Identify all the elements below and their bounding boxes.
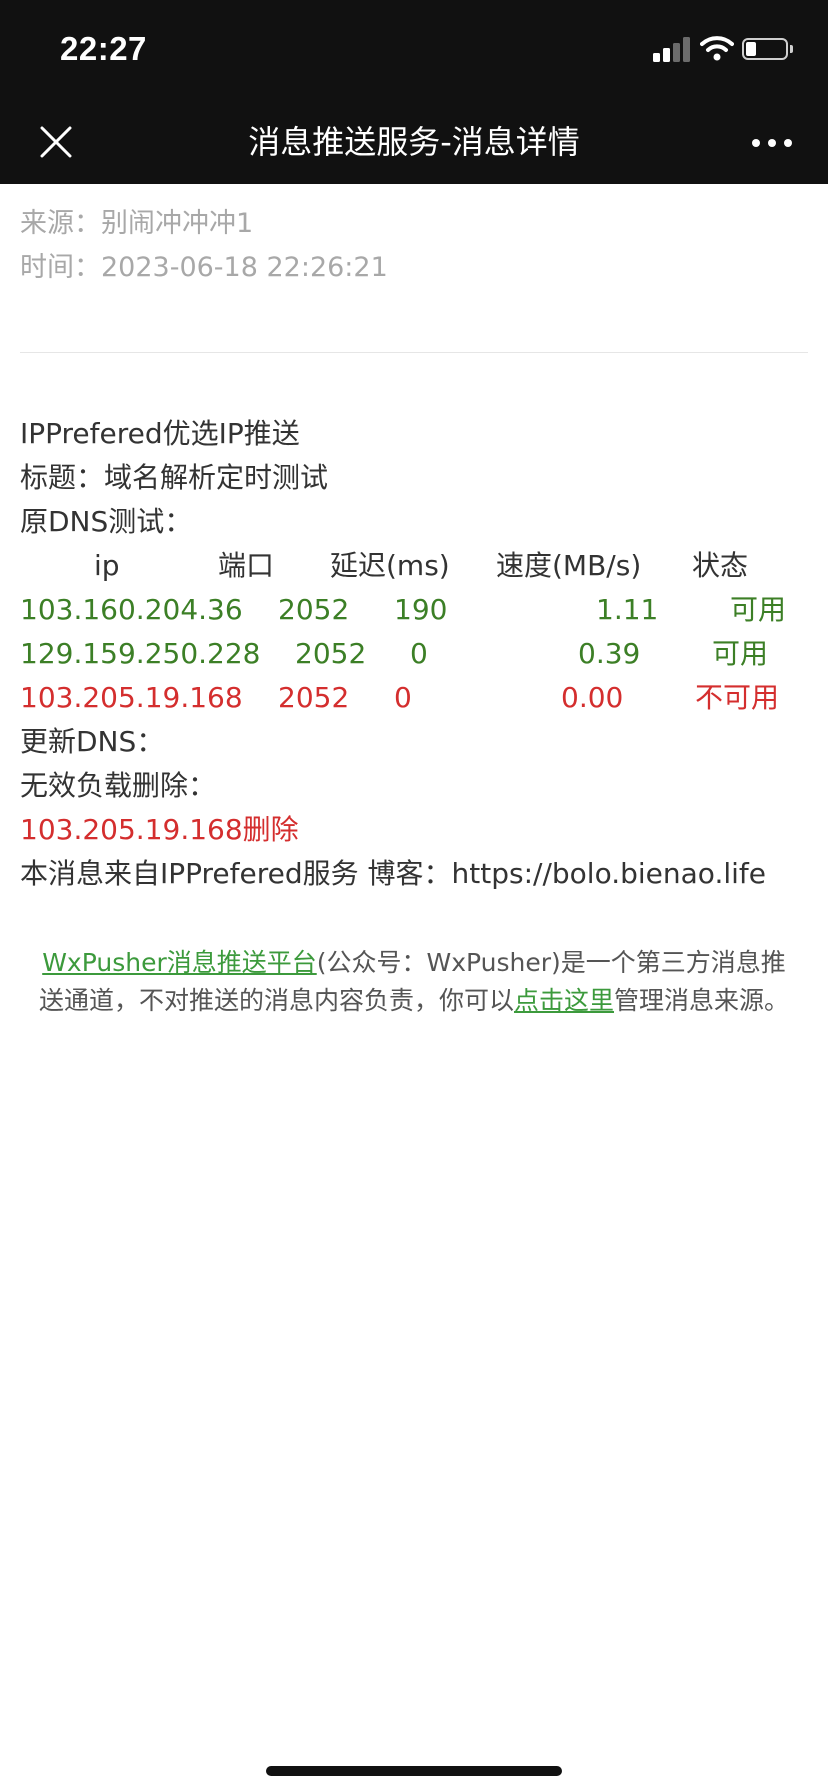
message-title-line: 标题：域名解析定时测试 [20,461,329,494]
row-latency: 0 [410,637,428,670]
row-speed: 0.00 [561,681,624,714]
nav-bar: 消息推送服务-消息详情 [0,100,828,184]
message-content: IPPrefered优选IP推送 标题：域名解析定时测试 原DNS测试： ip … [20,412,810,896]
status-bar: 22:27 [0,0,828,100]
row-speed: 0.39 [578,637,641,670]
column-header-port: 端口 [218,549,275,582]
footer-disclaimer: WxPusher消息推送平台(公众号：WxPusher)是一个第三方消息推送通道… [36,944,792,1020]
battery-level [746,42,756,56]
column-header-speed: 速度(MB/s) [496,549,642,582]
time-value: 2023-06-18 22:26:21 [101,252,388,283]
source-row: 来源：别闹冲冲冲1 [20,202,388,246]
platform-link[interactable]: WxPusher消息推送平台 [42,948,317,977]
row-port: 2052 [278,593,350,626]
table-row: 103.160.204.36 2052 190 1.11 可用 [20,588,810,632]
row-status: 不可用 [695,681,780,714]
invalid-delete-label: 无效负载删除： [20,769,217,802]
table-header-row: ip 端口 延迟(ms) 速度(MB/s) 状态 [20,544,810,588]
row-latency: 0 [394,681,412,714]
row-latency: 190 [394,593,448,626]
footer-text-2: 管理消息来源。 [614,986,790,1015]
dns-test-label: 原DNS测试： [20,505,193,538]
time-row: 时间：2023-06-18 22:26:21 [20,246,388,290]
column-header-status: 状态 [692,549,749,582]
row-status: 可用 [712,637,769,670]
deleted-ip-line: 103.205.19.168删除 [20,813,299,846]
page-title: 消息推送服务-消息详情 [248,123,580,161]
row-ip: 103.160.204.36 [20,593,243,626]
message-meta: 来源：别闹冲冲冲1 时间：2023-06-18 22:26:21 [20,202,388,290]
source-value: 别闹冲冲冲1 [101,208,254,239]
row-ip: 129.159.250.228 [20,637,261,670]
more-dots-icon[interactable] [744,122,800,162]
close-icon[interactable] [36,122,76,162]
update-dns-label: 更新DNS： [20,725,165,758]
battery-cap [790,45,793,53]
manage-sources-link[interactable]: 点击这里 [514,986,614,1015]
source-label: 来源： [20,208,101,239]
status-time: 22:27 [60,30,147,67]
row-port: 2052 [295,637,367,670]
column-header-ip: ip [94,549,120,582]
battery-icon [742,38,788,60]
row-ip: 103.205.19.168 [20,681,243,714]
table-row: 129.159.250.228 2052 0 0.39 可用 [20,632,810,676]
wifi-icon [700,36,734,61]
message-heading: IPPrefered优选IP推送 [20,417,300,450]
table-row: 103.205.19.168 2052 0 0.00 不可用 [20,676,810,720]
home-indicator[interactable] [266,1766,562,1776]
row-speed: 1.11 [596,593,659,626]
divider [20,352,808,353]
column-header-latency: 延迟(ms) [330,549,450,582]
source-blog-line: 本消息来自IPPrefered服务 博客：https://bolo.bienao… [20,857,766,890]
cellular-signal-icon [653,36,691,62]
time-label: 时间： [20,252,101,283]
row-status: 可用 [730,593,787,626]
row-port: 2052 [278,681,350,714]
